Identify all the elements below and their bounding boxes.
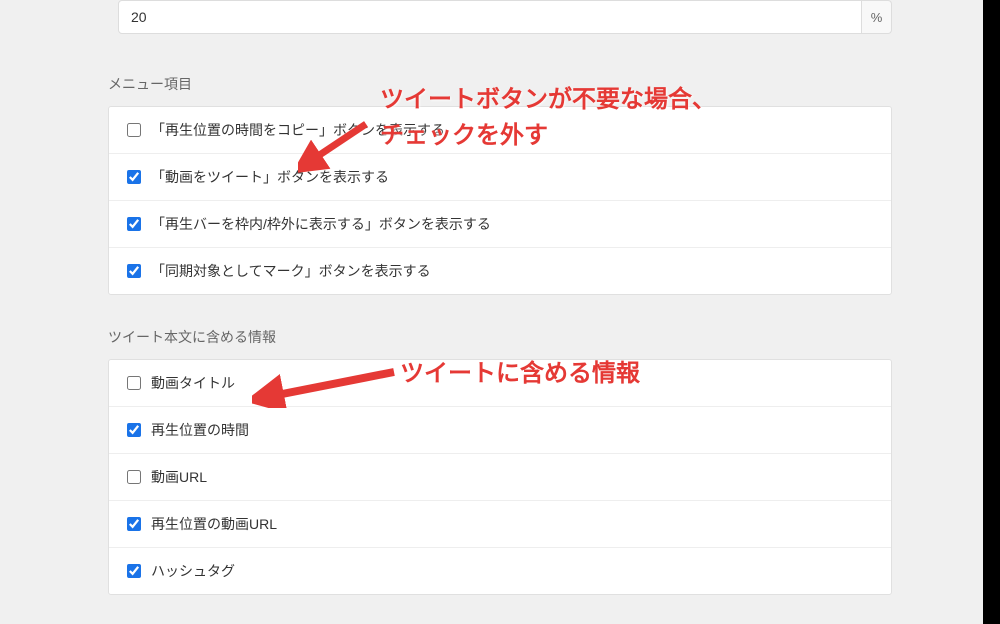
percent-input[interactable] <box>118 0 862 34</box>
checkbox-label: 「再生位置の時間をコピー」ボタンを表示する <box>151 120 445 140</box>
menu-item-row[interactable]: 「動画をツイート」ボタンを表示する <box>109 154 891 201</box>
checkbox-copy-playback-time[interactable] <box>127 123 141 137</box>
checkbox-label: ハッシュタグ <box>151 561 235 581</box>
tweet-info-row[interactable]: 動画タイトル <box>109 360 891 407</box>
tweet-info-row[interactable]: 再生位置の動画URL <box>109 501 891 548</box>
checkbox-label: 「再生バーを枠内/枠外に表示する」ボタンを表示する <box>151 214 491 234</box>
tweet-info-row[interactable]: ハッシュタグ <box>109 548 891 594</box>
checkbox-playback-video-url[interactable] <box>127 517 141 531</box>
menu-item-row[interactable]: 「同期対象としてマーク」ボタンを表示する <box>109 248 891 294</box>
percent-unit: % <box>862 0 892 34</box>
checkbox-hashtag[interactable] <box>127 564 141 578</box>
checkbox-playback-time[interactable] <box>127 423 141 437</box>
checkbox-label: 「同期対象としてマーク」ボタンを表示する <box>151 261 431 281</box>
panel-tweet-info: 動画タイトル 再生位置の時間 動画URL 再生位置の動画URL ハッシュタグ <box>108 359 892 595</box>
checkbox-label: 動画タイトル <box>151 373 235 393</box>
checkbox-tweet-video[interactable] <box>127 170 141 184</box>
top-input-row: % <box>118 0 892 34</box>
section-label-menu-items: メニュー項目 <box>108 70 892 98</box>
checkbox-label: 再生位置の時間 <box>151 420 249 440</box>
checkbox-video-url[interactable] <box>127 470 141 484</box>
menu-item-row[interactable]: 「再生バーを枠内/枠外に表示する」ボタンを表示する <box>109 201 891 248</box>
panel-menu-items: 「再生位置の時間をコピー」ボタンを表示する 「動画をツイート」ボタンを表示する … <box>108 106 892 295</box>
section-label-tweet-info: ツイート本文に含める情報 <box>108 323 892 351</box>
menu-item-row[interactable]: 「再生位置の時間をコピー」ボタンを表示する <box>109 107 891 154</box>
checkbox-label: 「動画をツイート」ボタンを表示する <box>151 167 389 187</box>
checkbox-label: 動画URL <box>151 467 207 487</box>
page-wrap: % メニュー項目 「再生位置の時間をコピー」ボタンを表示する 「動画をツイート」… <box>0 0 1000 624</box>
tweet-info-row[interactable]: 動画URL <box>109 454 891 501</box>
checkbox-label: 再生位置の動画URL <box>151 514 277 534</box>
tweet-info-row[interactable]: 再生位置の時間 <box>109 407 891 454</box>
checkbox-sync-mark[interactable] <box>127 264 141 278</box>
checkbox-playback-bar[interactable] <box>127 217 141 231</box>
checkbox-video-title[interactable] <box>127 376 141 390</box>
right-edge <box>983 0 1000 624</box>
